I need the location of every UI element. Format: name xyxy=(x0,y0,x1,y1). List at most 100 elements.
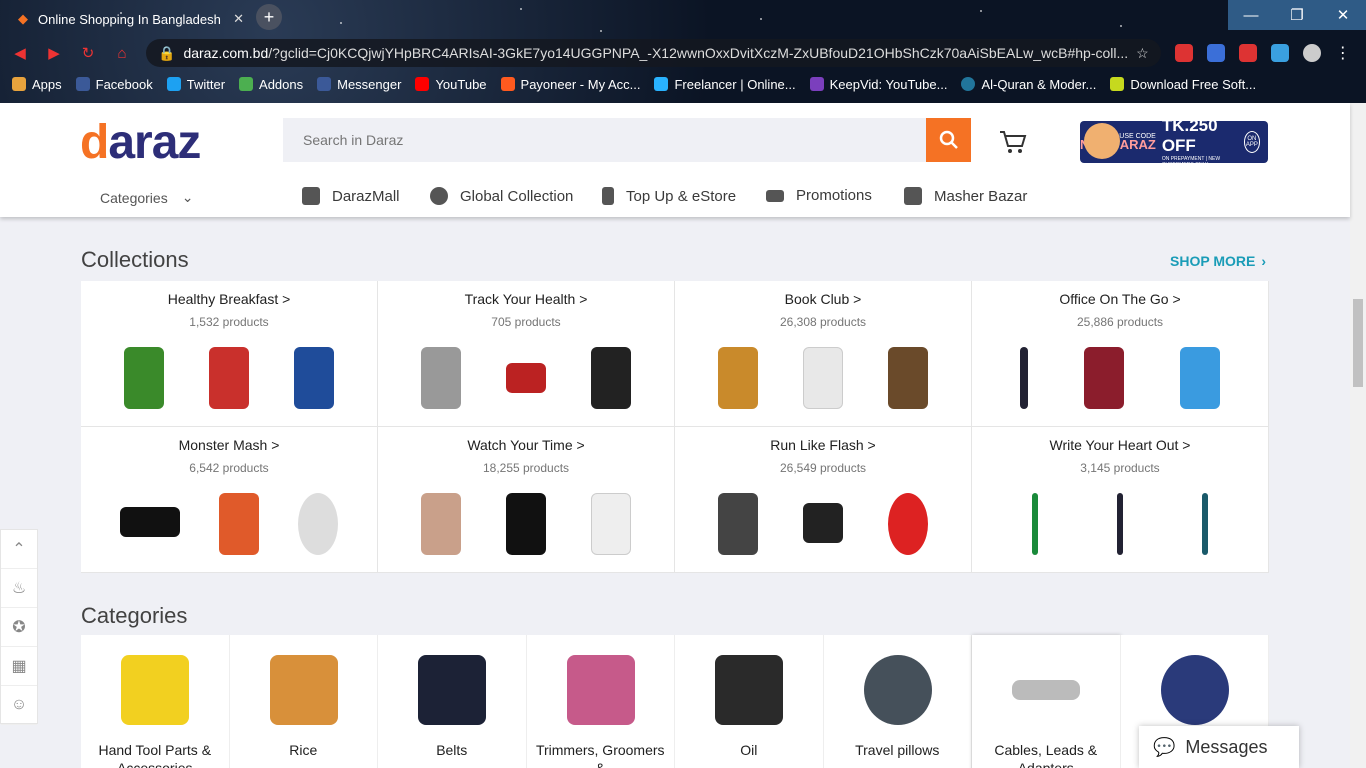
product-image xyxy=(1180,347,1220,409)
extension-icon[interactable] xyxy=(1174,44,1193,62)
collection-count: 26,308 products xyxy=(779,315,867,329)
collection-name: Monster Mash > xyxy=(178,437,280,453)
nav-label: DarazMall xyxy=(332,187,400,205)
extension-icon[interactable] xyxy=(1206,44,1225,62)
chevron-down-icon: ⌄ xyxy=(181,189,194,205)
mascot-icon xyxy=(1084,123,1120,159)
category-name: Travel pillows xyxy=(855,742,940,758)
badge-icon[interactable]: ✪ xyxy=(1,608,37,647)
scroll-top-icon[interactable]: ⌃ xyxy=(1,530,37,569)
search-input[interactable] xyxy=(283,118,926,162)
categories-dropdown[interactable]: Categories ⌄ xyxy=(100,189,193,206)
messages-button[interactable]: 💬 Messages xyxy=(1139,726,1299,768)
extension-icon[interactable] xyxy=(1270,44,1289,62)
collection-count: 25,886 products xyxy=(1076,315,1164,329)
nav-label: Top Up & eStore xyxy=(626,187,737,205)
bookmark-youtube[interactable]: YouTube xyxy=(415,77,487,92)
daraz-page: daraz USE CODENEWDARAZ TK.250 OFFON PREP… xyxy=(0,103,1366,768)
grid-icon[interactable]: ▦ xyxy=(1,647,37,686)
url-domain: daraz.com.bd xyxy=(183,45,269,61)
twitter-icon xyxy=(166,77,181,91)
bookmark-facebook[interactable]: Facebook xyxy=(75,77,153,92)
collection-card[interactable]: Run Like Flash > 26,549 products xyxy=(675,427,972,573)
category-name: Cables, Leads & Adapters xyxy=(994,742,1098,768)
product-image xyxy=(888,347,929,409)
toolbar: ◀ ▶ ↻ ⌂ 🔒 daraz.com.bd/?gclid=Cj0KCQjwjY… xyxy=(10,38,1356,68)
back-icon[interactable]: ◀ xyxy=(10,43,30,63)
home-icon[interactable]: ⌂ xyxy=(112,43,132,63)
star-icon[interactable]: ☆ xyxy=(1136,45,1149,62)
address-bar[interactable]: 🔒 daraz.com.bd/?gclid=Cj0KCQjwjYHpBRC4AR… xyxy=(146,39,1161,67)
category-image xyxy=(566,655,635,725)
collection-card[interactable]: Track Your Health > 705 products xyxy=(378,281,675,427)
bookmark-label: Twitter xyxy=(186,76,226,92)
collection-count: 1,532 products xyxy=(189,315,269,329)
bookmark-freelancer[interactable]: Freelancer | Online... xyxy=(654,77,796,92)
category-card[interactable]: Trimmers, Groomers & xyxy=(526,635,675,768)
phone-icon xyxy=(602,187,614,205)
extension-icon[interactable] xyxy=(1238,44,1257,62)
product-image xyxy=(505,363,546,393)
bookmark-addons[interactable]: Addons xyxy=(239,77,303,92)
bookmark-payoneer[interactable]: Payoneer - My Acc... xyxy=(500,77,640,92)
reload-icon[interactable]: ↻ xyxy=(78,43,98,63)
nav-masher-bazar[interactable]: Masher Bazar xyxy=(904,187,1027,205)
collection-name: Write Your Heart Out > xyxy=(1049,437,1191,453)
daraz-logo[interactable]: daraz xyxy=(80,115,201,170)
tab-close-icon[interactable]: ✕ xyxy=(233,11,244,27)
category-card[interactable]: Oil xyxy=(675,635,824,768)
scrollbar[interactable] xyxy=(1350,103,1366,768)
bookmark-keepvid[interactable]: KeepVid: YouTube... xyxy=(809,77,947,92)
category-card[interactable]: Rice xyxy=(229,635,378,768)
bookmark-apps[interactable]: Apps xyxy=(12,77,62,92)
nav-promotions[interactable]: Promotions xyxy=(766,187,872,204)
collection-card[interactable]: Book Club > 26,308 products xyxy=(675,281,972,427)
categories-title: Categories xyxy=(81,603,188,628)
category-card[interactable]: Cables, Leads & Adapters xyxy=(972,635,1121,768)
bookmark-messenger[interactable]: Messenger xyxy=(317,77,401,92)
product-image xyxy=(1031,493,1038,555)
browser-tab[interactable]: ◆ Online Shopping In Bangladesh ✕ xyxy=(10,4,250,34)
collection-card[interactable]: Watch Your Time > 18,255 products xyxy=(378,427,675,573)
avatar[interactable] xyxy=(1302,44,1321,62)
bookmark-twitter[interactable]: Twitter xyxy=(166,76,226,92)
promo-banner[interactable]: USE CODENEWDARAZ TK.250 OFFON PREPAYMENT… xyxy=(1080,116,1268,168)
fire-icon[interactable]: ♨ xyxy=(1,569,37,608)
facebook-icon xyxy=(317,77,332,91)
bookmark-label: Addons xyxy=(259,76,304,92)
shop-more-link[interactable]: SHOP MORE › xyxy=(1170,253,1266,269)
user-icon[interactable]: ☺ xyxy=(1,686,37,725)
category-card[interactable]: Hand Tool Parts & Accessories xyxy=(81,635,230,768)
collection-card[interactable]: Write Your Heart Out > 3,145 products xyxy=(972,427,1269,573)
bookmark-download[interactable]: Download Free Soft... xyxy=(1110,77,1256,92)
nav-topup[interactable]: Top Up & eStore xyxy=(602,187,736,205)
category-card[interactable]: Belts xyxy=(378,635,527,768)
product-image xyxy=(120,507,181,537)
on-app-badge: ON APP xyxy=(1243,131,1260,153)
collection-card[interactable]: Office On The Go > 25,886 products xyxy=(972,281,1269,427)
collections-grid: Healthy Breakfast > 1,532 products Track … xyxy=(81,281,1269,573)
nav-global-collection[interactable]: Global Collection xyxy=(430,187,573,205)
minimize-button[interactable]: — xyxy=(1228,0,1274,30)
search-button[interactable] xyxy=(926,118,971,162)
scrollbar-thumb[interactable] xyxy=(1353,299,1363,387)
collection-card[interactable]: Healthy Breakfast > 1,532 products xyxy=(81,281,378,427)
puzzle-icon xyxy=(239,77,254,91)
collection-name: Run Like Flash > xyxy=(770,437,876,453)
category-name: Oil xyxy=(740,742,758,758)
cart-icon[interactable] xyxy=(998,129,1028,155)
collection-card[interactable]: Monster Mash > 6,542 products xyxy=(81,427,378,573)
forward-icon[interactable]: ▶ xyxy=(44,43,64,63)
basket-icon xyxy=(904,187,922,205)
close-window-button[interactable]: ✕ xyxy=(1320,0,1366,30)
nav-darazmall[interactable]: DarazMall xyxy=(302,187,400,205)
plane-icon xyxy=(430,187,448,205)
category-name: Trimmers, Groomers & xyxy=(535,742,665,768)
new-tab-button[interactable]: + xyxy=(256,4,282,30)
bookmark-alquran[interactable]: Al-Quran & Moder... xyxy=(961,77,1096,92)
product-image xyxy=(802,347,843,409)
category-card[interactable]: Travel pillows xyxy=(823,635,972,768)
maximize-button[interactable]: ❐ xyxy=(1274,0,1320,30)
facebook-icon xyxy=(75,77,90,91)
menu-icon[interactable]: ⋮ xyxy=(1335,43,1351,63)
